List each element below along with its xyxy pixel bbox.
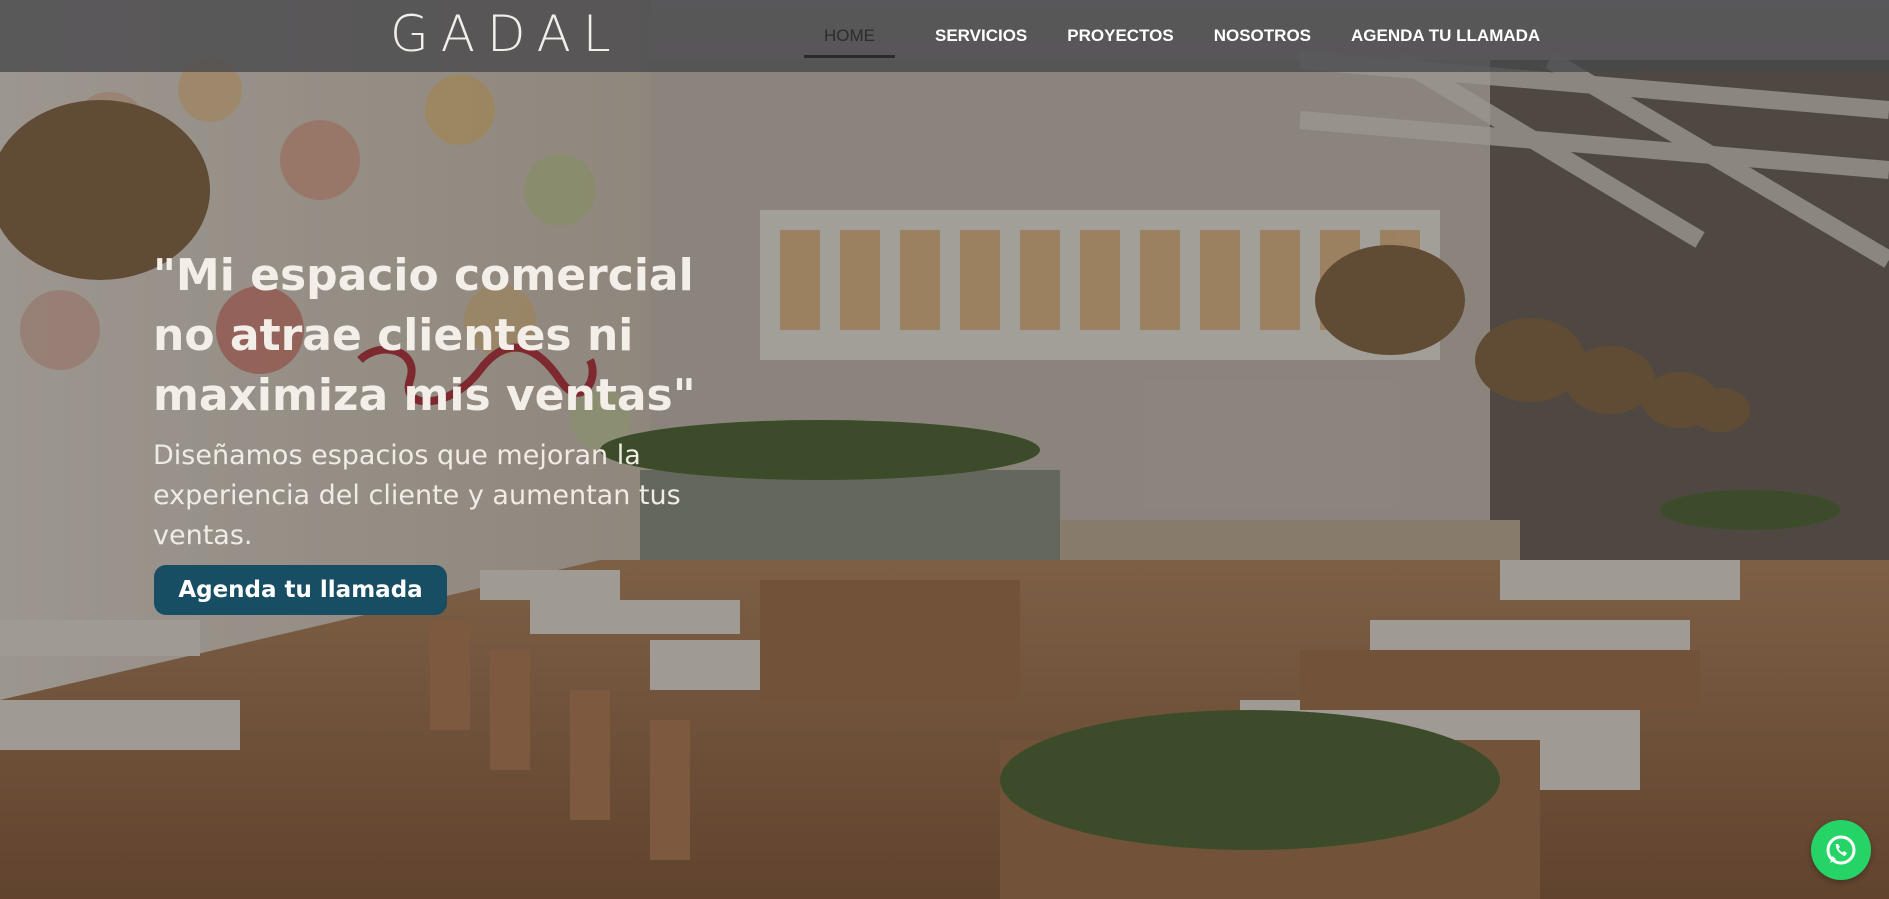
hero-headline: "Mi espacio comercial no atrae clientes …: [153, 250, 696, 421]
agenda-tu-llamada-button[interactable]: Agenda tu llamada: [154, 565, 447, 615]
hero-subtext: Diseñamos espacios que mejoran la experi…: [153, 440, 681, 551]
brand-logo-text: GADAL: [390, 5, 623, 63]
site-header: GADAL HOME SERVICIOS PROYECTOS NOSOTROS …: [0, 0, 1889, 72]
brand-logo[interactable]: GADAL: [390, 8, 630, 60]
nav-item-agenda-tu-llamada[interactable]: AGENDA TU LLAMADA: [1351, 24, 1540, 48]
nav-item-home[interactable]: HOME: [804, 24, 895, 58]
nav-item-nosotros[interactable]: NOSOTROS: [1214, 24, 1311, 48]
nav-item-proyectos[interactable]: PROYECTOS: [1067, 24, 1173, 48]
whatsapp-icon: [1826, 835, 1856, 865]
main-navigation: HOME SERVICIOS PROYECTOS NOSOTROS AGENDA…: [804, 0, 1580, 72]
nav-item-servicios[interactable]: SERVICIOS: [935, 24, 1027, 48]
whatsapp-button[interactable]: [1811, 820, 1871, 880]
